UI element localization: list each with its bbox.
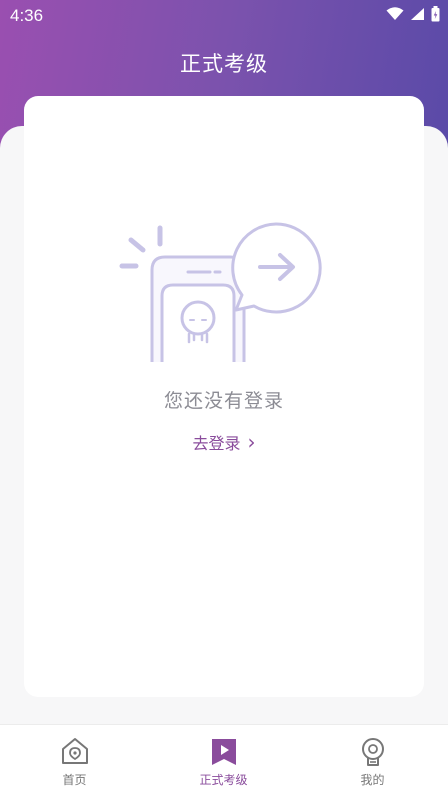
login-link[interactable]: 去登录 › (0, 430, 448, 454)
chevron-right-icon: › (247, 430, 256, 454)
signal-icon (411, 8, 424, 20)
empty-state-message: 您还没有登录 (163, 390, 284, 412)
tab-profile-label: 我的 (360, 773, 385, 787)
exam-bookmark-icon (211, 739, 236, 765)
tab-exam[interactable]: 正式考级 (149, 725, 298, 797)
wifi-icon (386, 7, 404, 20)
page-title: 正式考级 (180, 52, 268, 76)
profile-icon (361, 738, 384, 766)
tab-home[interactable]: 首页 (0, 725, 149, 797)
phone-login-illustration (119, 222, 322, 362)
login-link-label: 去登录 (192, 434, 241, 453)
battery-icon (431, 6, 440, 22)
bottom-tab-bar: 首页 正式考级 我的 (0, 724, 448, 797)
home-icon (61, 738, 88, 764)
status-bar: 4:36 (0, 0, 448, 32)
status-time: 4:36 (10, 6, 44, 25)
tab-exam-label: 正式考级 (199, 773, 248, 787)
tab-home-label: 首页 (62, 773, 87, 787)
tab-profile[interactable]: 我的 (298, 725, 447, 797)
status-icons (386, 6, 440, 22)
